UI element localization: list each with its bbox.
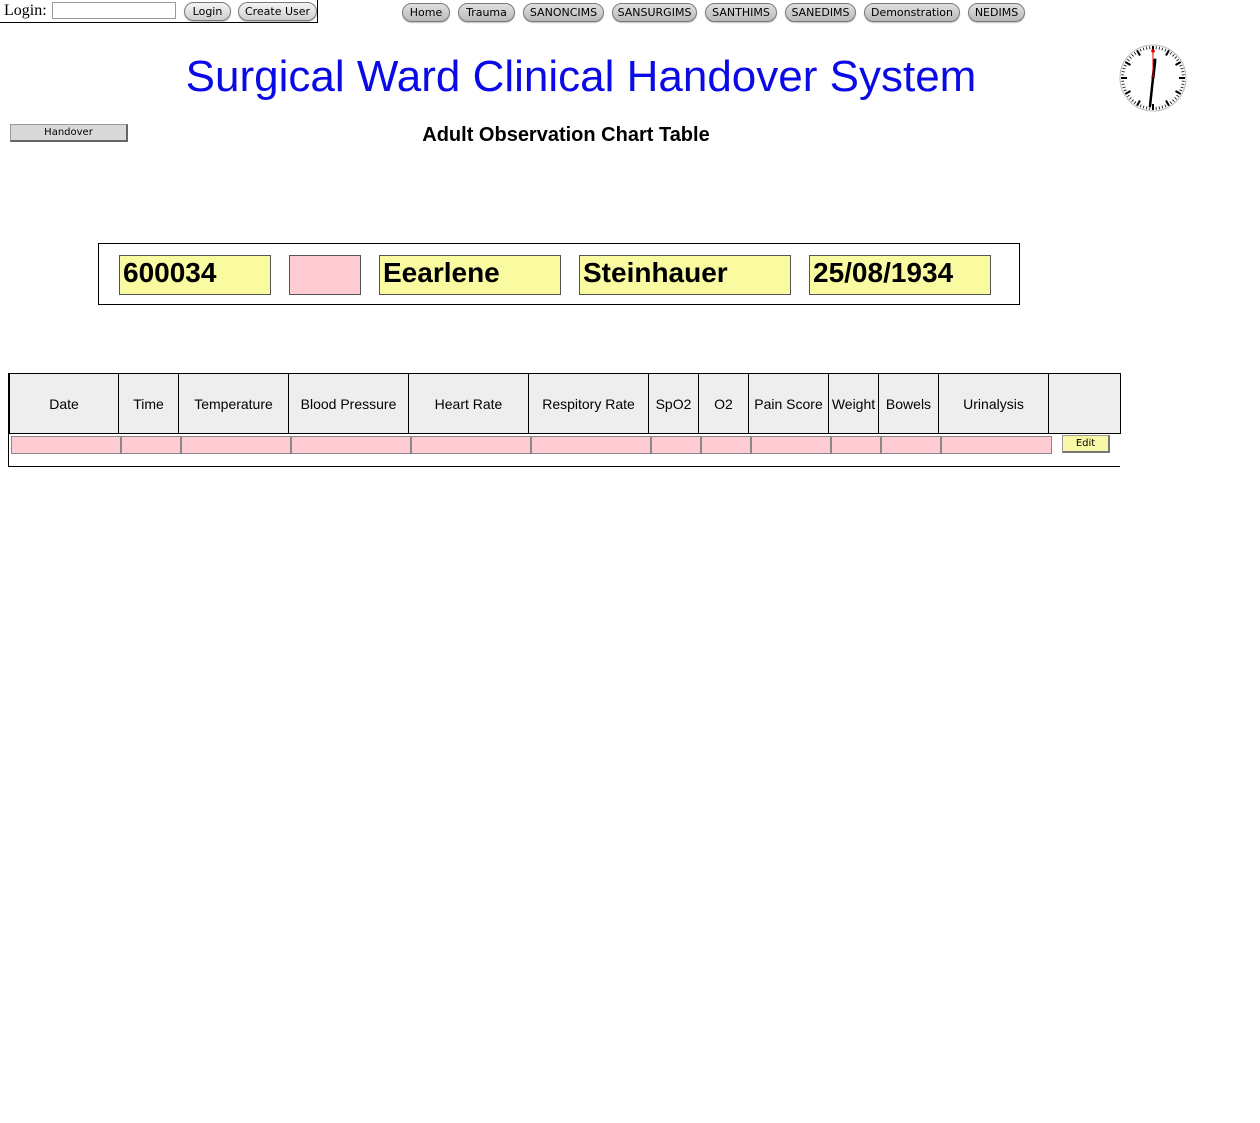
cell-time[interactable] — [121, 436, 181, 454]
login-button[interactable]: Login — [184, 2, 231, 21]
col-header-heart-rate: Heart Rate — [409, 373, 529, 434]
cell-urinalysis[interactable] — [941, 436, 1052, 454]
cell-heart-rate[interactable] — [411, 436, 531, 454]
nav-sanoncims[interactable]: SANONCIMS — [523, 3, 604, 22]
col-header-o2: O2 — [699, 373, 749, 434]
cell-pain-score[interactable] — [751, 436, 831, 454]
nav-home[interactable]: Home — [402, 3, 450, 22]
cell-date[interactable] — [11, 436, 121, 454]
nav-trauma[interactable]: Trauma — [458, 3, 515, 22]
patient-last-name-field: Steinhauer — [579, 255, 791, 295]
cell-respitory-rate[interactable] — [531, 436, 651, 454]
edit-button[interactable]: Edit — [1062, 435, 1110, 453]
analog-clock-icon — [1119, 44, 1187, 112]
patient-dob-field: 25/08/1934 — [809, 255, 991, 295]
nav-sanedims[interactable]: SANEDIMS — [785, 3, 856, 22]
nav-nedims[interactable]: NEDIMS — [968, 3, 1025, 22]
col-header-respitory-rate: Respitory Rate — [529, 373, 649, 434]
col-header-weight: Weight — [829, 373, 879, 434]
cell-spo2[interactable] — [651, 436, 701, 454]
cell-blood-pressure[interactable] — [291, 436, 411, 454]
col-header-urinalysis: Urinalysis — [939, 373, 1049, 434]
login-input[interactable] — [52, 2, 176, 19]
login-bar: Login: Login Create User — [0, 0, 318, 23]
create-user-button[interactable]: Create User — [238, 2, 317, 21]
nav-demonstration[interactable]: Demonstration — [864, 3, 960, 22]
chart-subtitle: Adult Observation Chart Table — [422, 124, 710, 146]
cell-bowels[interactable] — [881, 436, 941, 454]
page-title: Surgical Ward Clinical Handover System — [185, 52, 977, 101]
nav-santhims[interactable]: SANTHIMS — [705, 3, 777, 22]
nav-sansurgims[interactable]: SANSURGIMS — [612, 3, 697, 22]
observation-table: Date Time Temperature Blood Pressure Hea… — [8, 373, 1121, 467]
col-header-spo2: SpO2 — [649, 373, 699, 434]
col-header-temperature: Temperature — [179, 373, 289, 434]
col-header-bowels: Bowels — [879, 373, 939, 434]
patient-first-name-field: Eearlene — [379, 255, 561, 295]
col-header-blood-pressure: Blood Pressure — [289, 373, 409, 434]
cell-o2[interactable] — [701, 436, 751, 454]
col-header-date: Date — [9, 373, 119, 434]
cell-temperature[interactable] — [181, 436, 291, 454]
col-header-time: Time — [119, 373, 179, 434]
login-label: Login: — [4, 2, 47, 19]
col-header-pain-score: Pain Score — [749, 373, 829, 434]
cell-weight[interactable] — [831, 436, 881, 454]
patient-id-field: 600034 — [119, 255, 271, 295]
patient-details: 600034 Eearlene Steinhauer 25/08/1934 — [98, 243, 1020, 305]
patient-flag-field — [289, 255, 361, 295]
col-header-actions — [1049, 373, 1121, 434]
